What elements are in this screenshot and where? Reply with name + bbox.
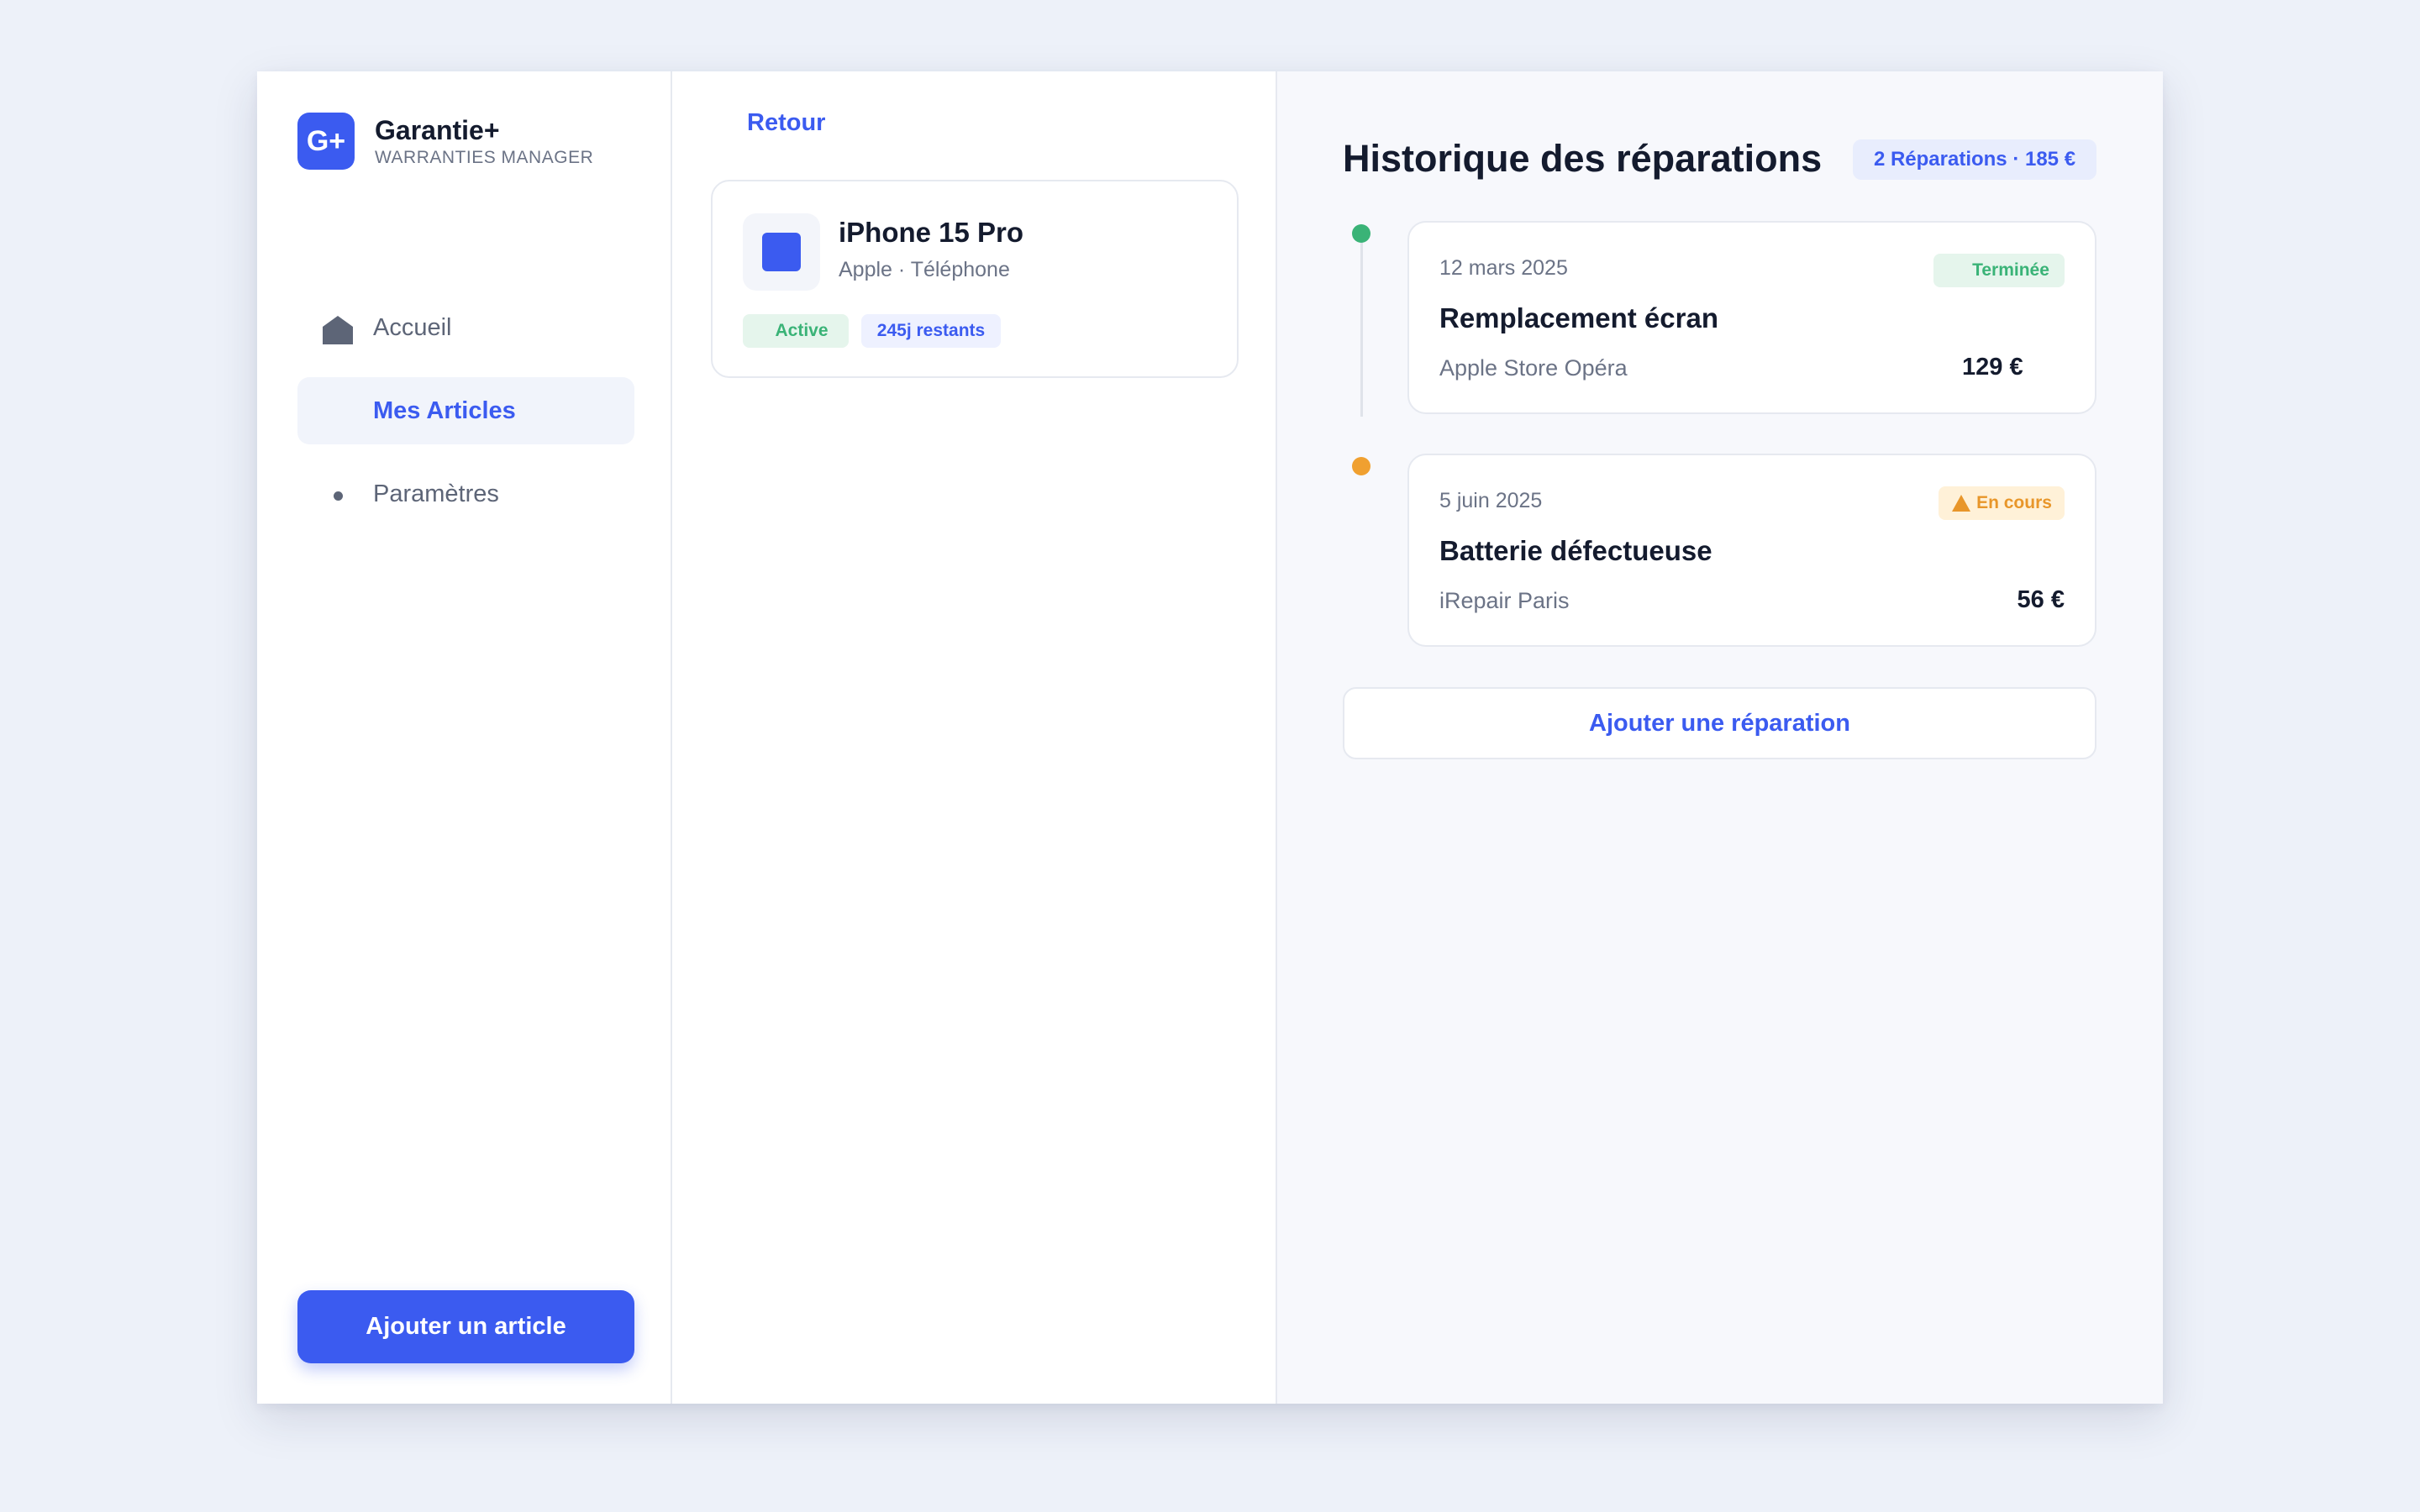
- repair-date: 12 mars 2025: [1439, 256, 1568, 280]
- repair-card[interactable]: 5 juin 2025 En cours Batterie défectueus…: [1407, 454, 2096, 647]
- page-title: Historique des réparations: [1343, 137, 1823, 180]
- item-card[interactable]: iPhone 15 Pro Apple · Téléphone Active 2…: [711, 180, 1239, 378]
- back-link[interactable]: Retour: [747, 109, 825, 137]
- summary-badge: 2 Réparations · 185 €: [1853, 139, 2096, 180]
- sidebar: G+ Garantie+ WARRANTIES MANAGER Accueil …: [257, 71, 672, 1404]
- repair-date: 5 juin 2025: [1439, 489, 1543, 512]
- sidebar-item-label: Paramètres: [373, 480, 499, 507]
- status-label: En cours: [1976, 493, 2052, 512]
- house-icon: [321, 312, 355, 346]
- repair-card[interactable]: 12 mars 2025 Terminée Remplacement écran…: [1407, 221, 2096, 414]
- warning-icon: [1952, 495, 1971, 512]
- timeline-dot: [1352, 457, 1370, 475]
- repair-title: Remplacement écran: [1439, 302, 1718, 333]
- app-name: Garantie+: [375, 115, 500, 145]
- add-article-button[interactable]: Ajouter un article: [297, 1290, 634, 1363]
- logo: G+: [297, 113, 355, 170]
- days-remaining-badge: 245j restants: [861, 314, 1001, 348]
- item-detail-panel: Retour iPhone 15 Pro Apple · Téléphone A…: [672, 71, 1277, 1404]
- app-subtitle: WARRANTIES MANAGER: [375, 148, 594, 167]
- item-subtitle: Apple · Téléphone: [839, 258, 1010, 281]
- add-repair-button[interactable]: Ajouter une réparation: [1343, 687, 2096, 759]
- phone-icon: [743, 213, 820, 291]
- status-badge: En cours: [1939, 486, 2065, 520]
- sidebar-item-label: Accueil: [373, 313, 452, 341]
- brand[interactable]: G+ Garantie+ WARRANTIES MANAGER: [297, 113, 593, 170]
- timeline-dot: [1352, 224, 1370, 243]
- repair-title: Batterie défectueuse: [1439, 535, 1712, 566]
- repair-history-panel: Historique des réparations 2 Réparations…: [1277, 71, 2163, 1404]
- repair-shop: iRepair Paris: [1439, 588, 1570, 613]
- dot-icon: [321, 479, 355, 512]
- sidebar-nav: Accueil Mes Articles Paramètres: [297, 294, 634, 543]
- status-badge: Active: [743, 314, 849, 348]
- repair-shop: Apple Store Opéra: [1439, 355, 1628, 381]
- app-window: G+ Garantie+ WARRANTIES MANAGER Accueil …: [257, 71, 2163, 1404]
- sidebar-item-accueil[interactable]: Accueil: [297, 294, 634, 361]
- sidebar-item-mes-articles[interactable]: Mes Articles: [297, 377, 634, 444]
- sidebar-item-label: Mes Articles: [373, 396, 516, 424]
- sidebar-item-parametres[interactable]: Paramètres: [297, 460, 634, 528]
- repair-price: 129 €: [1962, 354, 2023, 381]
- timeline-line: [1360, 235, 1363, 417]
- item-title: iPhone 15 Pro: [839, 217, 1024, 248]
- repair-price: 56 €: [2017, 586, 2065, 613]
- status-badge: Terminée: [1933, 254, 2065, 287]
